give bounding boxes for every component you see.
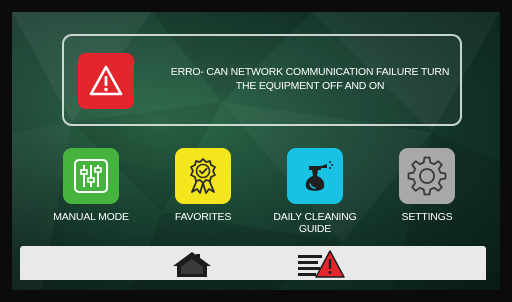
favorites-button[interactable]: FAVORITES [148,148,258,248]
favorites-icon-box [175,148,231,204]
sliders-icon [74,159,108,193]
alarms-button[interactable] [296,249,348,279]
alert-panel: ERRO- CAN NETWORK COMMUNICATION FAILURE … [62,34,462,126]
manual-mode-label: MANUAL MODE [53,211,129,223]
manual-mode-button[interactable]: MANUAL MODE [36,148,146,248]
home-icon [173,252,211,277]
settings-icon-box [399,148,455,204]
home-button[interactable] [170,250,214,278]
award-ribbon-icon [190,158,216,194]
daily-cleaning-guide-button[interactable]: DAILY CLEANING GUIDE [260,148,370,248]
gear-icon [407,156,447,196]
manual-mode-icon-box [63,148,119,204]
warning-triangle-icon [89,65,123,96]
settings-label: SETTINGS [401,211,453,223]
alert-icon-box [78,53,134,109]
favorites-label: FAVORITES [174,211,232,223]
daily-cleaning-guide-icon-box [287,148,343,204]
spray-bottle-icon [305,161,333,191]
alarm-list-warning-icon [298,250,345,278]
bottom-navigation-bar [20,246,486,280]
daily-cleaning-guide-label: DAILY CLEANING GUIDE [273,211,357,235]
settings-button[interactable]: SETTINGS [372,148,482,248]
alert-message: ERRO- CAN NETWORK COMMUNICATION FAILURE … [170,66,450,92]
